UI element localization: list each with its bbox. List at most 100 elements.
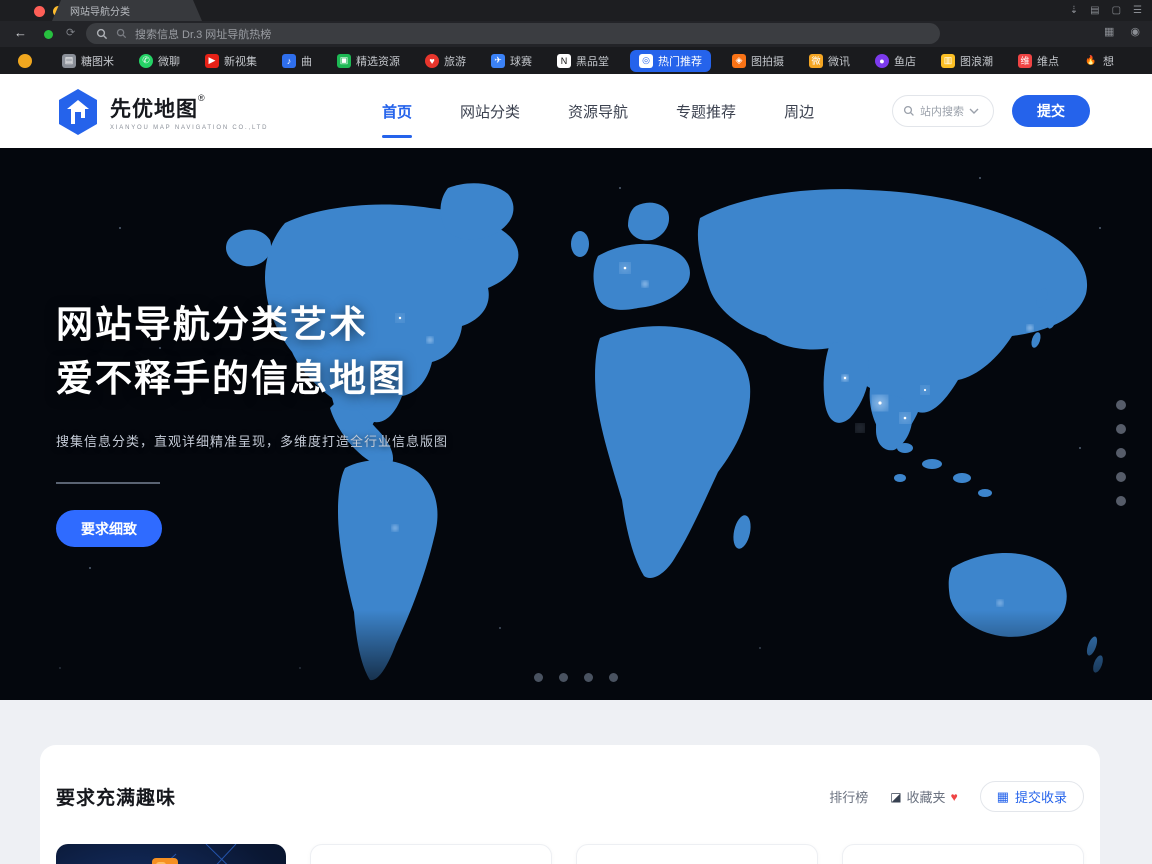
bookmark-item[interactable]: N 黑品堂 [553,50,613,72]
section-header: 要求充满趣味 排行榜 ◪ 收藏夹 ♥ ▦ 提交收录 [56,781,1084,812]
grid-icon: ▦ [997,789,1009,805]
favicon-glyph: ♪ [287,56,292,66]
favicon-glyph: ▶ [209,55,216,66]
submit-site-button[interactable]: ▦ 提交收录 [980,781,1084,812]
feature-card[interactable]: 细节目录 [576,844,818,864]
toolbar-icon[interactable]: ▦ [1104,25,1114,38]
logo-hexagon-icon [56,88,100,136]
section-title: 要求充满趣味 [56,783,176,810]
side-dot[interactable] [1116,448,1126,458]
browser-icon[interactable]: ⇣ [1070,3,1078,18]
bookmark-item[interactable]: ▣ 精选资源 [333,50,404,72]
side-dot[interactable] [1116,400,1126,410]
nav-item[interactable]: 资源导航 [566,93,630,130]
favicon-glyph: ▤ [65,55,74,66]
favicon-glyph: N [561,56,568,66]
bookmark-item[interactable]: ▤ 糖图米 [58,50,118,72]
site-logo[interactable]: 先优地图® XIANYOU MAP NAVIGATION CO.,LTD [56,88,268,136]
main-nav: 首页 网站分类 资源导航 专题推荐 周边 [380,74,816,148]
bookmark-favicon: ♥ [425,54,439,68]
bookmark-item[interactable]: ▶ 新视集 [201,50,261,72]
favicon-glyph: ✆ [142,55,150,66]
bookmark-item[interactable]: ✈ 球赛 [487,50,536,72]
hero-title-line1: 网站导航分类艺术 [56,298,448,352]
search-icon [96,28,108,40]
nav-item[interactable]: 首页 [380,93,414,130]
bookmark-label: 曲 [301,53,312,69]
favicon-glyph: 🔥 [1085,55,1096,66]
bookmark-favicon: ▤ [62,54,76,68]
hero-copy: 网站导航分类艺术 爱不释手的信息地图 搜集信息分类，直观详细精准呈现，多维度打造… [56,298,448,547]
close-window-button[interactable] [34,6,45,17]
search-icon-small [116,28,127,39]
url-bar[interactable]: 搜索信息 Dr.3 网址导航热榜 [86,23,940,44]
favicon-glyph: 微 [811,54,820,67]
nav-item[interactable]: 网站分类 [458,93,522,130]
bookmark-label: 精选资源 [356,53,400,69]
browser-tab[interactable]: 网站导航分类 [52,0,202,21]
bookmark-label: 鱼店 [894,53,916,69]
bookmark-item[interactable]: ♪ 曲 [278,50,316,72]
carousel-dot[interactable] [609,673,618,682]
submit-site-label: 提交收录 [1015,787,1067,806]
carousel-dot[interactable] [559,673,568,682]
side-dot[interactable] [1116,496,1126,506]
status-dot-icon [44,30,53,39]
bookmark-favicon: ♪ [282,54,296,68]
nav-item[interactable]: 专题推荐 [674,93,738,130]
feature-image-card[interactable] [56,844,286,864]
bookmark-label: 旅游 [444,53,466,69]
bookmark-favicon: ✆ [139,54,153,68]
feature-card[interactable]: 细节清晰 [842,844,1084,864]
side-dot[interactable] [1116,472,1126,482]
browser-icon[interactable]: ☰ [1133,3,1142,18]
bookmark-item[interactable]: ◎ 热门推荐 [630,50,711,72]
url-text: 搜索信息 Dr.3 网址导航热榜 [135,26,271,42]
feature-card[interactable]: 造物指南 [310,844,552,864]
reload-icon[interactable]: ⟳ [66,26,75,39]
carousel-dot[interactable] [534,673,543,682]
back-icon[interactable]: ← [14,25,27,40]
bookmark-item[interactable]: ✆ 微聊 [135,50,184,72]
bookmark-label: 微聊 [158,53,180,69]
logo-text: 先优地图® XIANYOU MAP NAVIGATION CO.,LTD [110,93,268,131]
favicon-glyph: ◈ [736,55,743,66]
bookmark-item[interactable]: 维 维点 [1014,50,1063,72]
bookmark-item[interactable]: ▥ 图浪潮 [937,50,997,72]
favicon-glyph: ▣ [340,55,349,66]
registered-mark: ® [198,93,205,103]
bookmark-item[interactable]: ◈ 图拍摄 [728,50,788,72]
carousel-dot[interactable] [584,673,593,682]
side-dot[interactable] [1116,424,1126,434]
text-cards: 造物指南 细节目录 细节清晰 [310,844,1084,864]
heart-icon: ♥ [951,790,958,804]
hero-cta-button[interactable]: 要求细致 [56,510,162,547]
browser-icon[interactable]: ▢ [1112,3,1121,18]
bookmark-item[interactable]: 微 微讯 [805,50,854,72]
bookmark-item[interactable]: ♥ 旅游 [421,50,470,72]
favorites-link[interactable]: ◪ 收藏夹 ♥ [890,787,957,806]
favicon-glyph: ◎ [642,55,650,66]
submit-button[interactable]: 提交 [1012,95,1090,127]
bookmark-label: 糖图米 [81,53,114,69]
ranking-label: 排行榜 [829,787,868,806]
bookmark-favicon: ✈ [491,54,505,68]
browser-icon[interactable]: ▤ [1090,3,1099,18]
bookmark-favicon: 维 [1018,54,1032,68]
bookmark-item[interactable]: 🔥 想 [1080,50,1118,72]
bookmark-label: 新视集 [224,53,257,69]
header-search-select[interactable]: 站内搜索 [892,95,994,127]
bookmark-favicon: ◈ [732,54,746,68]
bookmark-item[interactable]: ● 鱼店 [871,50,920,72]
bookmark-label: 黑品堂 [576,53,609,69]
browser-chrome: 网站导航分类 ⇣▤▢☰ ← ⟳ 搜索信息 Dr.3 网址导航热榜 ▦◉ [0,0,1152,74]
bookmark-item[interactable] [14,51,41,71]
ranking-link[interactable]: 排行榜 [829,787,868,806]
toolbar-icon[interactable]: ◉ [1130,25,1140,38]
logo-tagline: XIANYOU MAP NAVIGATION CO.,LTD [110,125,268,131]
folder-icon: ◪ [890,790,901,804]
hero-bottom-fade [0,610,1152,700]
browser-toolbar: ← ⟳ 搜索信息 Dr.3 网址导航热榜 ▦◉ [0,21,1152,47]
nav-item[interactable]: 周边 [782,93,816,130]
toolbar-right-icons: ▦◉ [1104,25,1140,38]
